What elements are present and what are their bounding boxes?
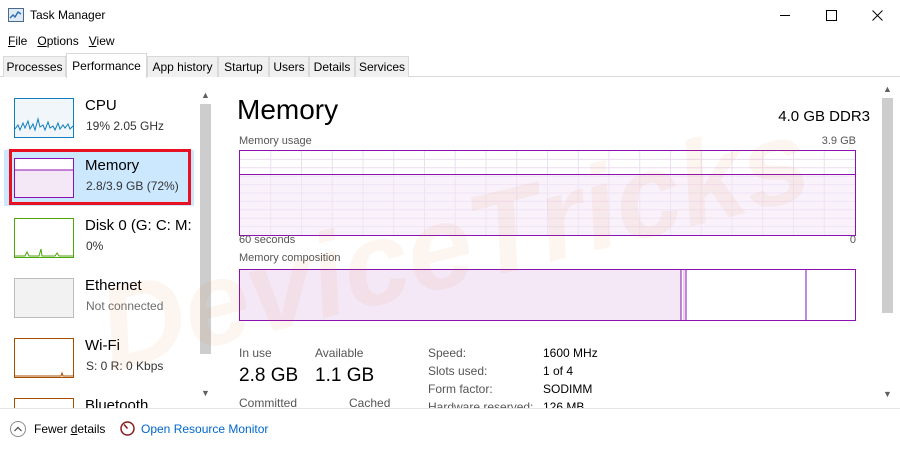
highlight-box	[9, 149, 191, 205]
tab-strip: Processes Performance App history Startu…	[0, 53, 900, 78]
footer-bar: Fewer details Open Resource Monitor	[0, 408, 900, 450]
slots-used-label: Slots used:	[428, 364, 488, 378]
sidebar-item-value: Not connected	[86, 299, 164, 313]
memory-spec: 4.0 GB DDR3	[778, 108, 870, 125]
tab-services[interactable]: Services	[355, 56, 409, 77]
sidebar-scrollbar[interactable]: ▲ ▼	[197, 88, 214, 406]
chevron-up-icon	[10, 421, 26, 437]
minimize-icon	[779, 15, 790, 16]
sidebar-item-ethernet[interactable]: Ethernet Not connected	[4, 270, 194, 326]
task-manager-icon	[8, 8, 24, 22]
bluetooth-thumbnail-graph	[14, 398, 74, 408]
resource-monitor-icon	[120, 421, 135, 436]
tab-users[interactable]: Users	[269, 56, 309, 77]
menu-view[interactable]: View	[85, 34, 119, 48]
maximize-button[interactable]	[808, 0, 854, 31]
window-title: Task Manager	[30, 8, 106, 22]
sidebar-item-cpu[interactable]: CPU 19% 2.05 GHz	[4, 90, 194, 146]
tab-performance[interactable]: Performance	[66, 53, 147, 78]
fewer-details-label: Fewer details	[34, 422, 106, 436]
time-span-label: 60 seconds	[239, 234, 296, 246]
memory-usage-graph	[239, 150, 856, 236]
scroll-down-icon[interactable]: ▼	[201, 388, 210, 398]
form-factor-value: SODIMM	[543, 382, 593, 396]
maximize-icon	[825, 10, 837, 21]
cpu-thumbnail-graph	[14, 98, 74, 138]
menu-options[interactable]: Options	[33, 34, 82, 48]
sidebar-item-label: Bluetooth	[85, 397, 149, 408]
tab-app-history[interactable]: App history	[147, 56, 218, 77]
memory-usage-label: Memory usage	[239, 135, 312, 147]
sidebar-item-label: Ethernet	[85, 277, 142, 294]
available-value: 1.1 GB	[315, 365, 375, 386]
open-resource-monitor-link[interactable]: Open Resource Monitor	[120, 421, 268, 436]
resource-monitor-label: Open Resource Monitor	[141, 421, 269, 436]
ethernet-thumbnail-graph	[14, 278, 74, 318]
sidebar-item-label: Disk 0 (G: C: M:	[85, 217, 192, 234]
scroll-up-icon[interactable]: ▲	[201, 90, 210, 100]
time-end-label: 0	[849, 234, 856, 246]
wifi-thumbnail-graph	[14, 338, 74, 378]
sidebar-item-bluetooth[interactable]: Bluetooth	[4, 390, 194, 408]
scroll-up-icon[interactable]: ▲	[883, 84, 892, 94]
sidebar-item-value: 19% 2.05 GHz	[86, 119, 165, 133]
close-icon	[871, 10, 883, 21]
sidebar-item-disk[interactable]: Disk 0 (G: C: M: 0%	[4, 210, 194, 266]
minimize-button[interactable]	[762, 0, 808, 31]
in-use-value: 2.8 GB	[239, 365, 299, 386]
sidebar-item-label: Wi-Fi	[85, 337, 120, 354]
speed-label: Speed:	[428, 346, 467, 360]
resource-list: CPU 19% 2.05 GHz Memory 2.8/3.9 GB (72%)…	[0, 78, 214, 408]
page-title: Memory	[237, 94, 339, 125]
slots-used-value: 1 of 4	[543, 364, 574, 378]
sidebar-item-wifi[interactable]: Wi-Fi S: 0 R: 0 Kbps	[4, 330, 194, 386]
memory-detail-panel: Memory 4.0 GB DDR3 Memory usage 3.9 GB 6…	[214, 78, 878, 414]
memory-composition-graph	[239, 269, 856, 321]
title-bar: Task Manager	[0, 0, 900, 31]
fewer-details-button[interactable]: Fewer details	[10, 421, 105, 437]
menu-file[interactable]: File	[4, 34, 31, 48]
usage-area	[240, 174, 855, 235]
sidebar-item-label: CPU	[85, 97, 117, 114]
close-button[interactable]	[854, 0, 900, 31]
sidebar-item-value: S: 0 R: 0 Kbps	[86, 359, 164, 373]
tab-details[interactable]: Details	[309, 56, 355, 77]
detail-scrollbar[interactable]: ▲ ▼	[879, 78, 896, 408]
sidebar-item-value: 0%	[86, 239, 104, 253]
disk-thumbnail-graph	[14, 218, 74, 258]
tab-startup[interactable]: Startup	[218, 56, 269, 77]
memory-usage-max: 3.9 GB	[821, 135, 856, 147]
speed-value: 1600 MHz	[543, 346, 598, 360]
scrollbar-thumb[interactable]	[200, 104, 211, 354]
menu-bar: File Options View	[0, 31, 900, 51]
available-label: Available	[315, 346, 364, 360]
tab-processes[interactable]: Processes	[3, 56, 66, 77]
memory-composition-label: Memory composition	[239, 252, 341, 264]
scroll-down-icon[interactable]: ▼	[883, 389, 892, 399]
scrollbar-thumb[interactable]	[882, 98, 893, 313]
in-use-label: In use	[239, 346, 272, 360]
form-factor-label: Form factor:	[428, 382, 493, 396]
